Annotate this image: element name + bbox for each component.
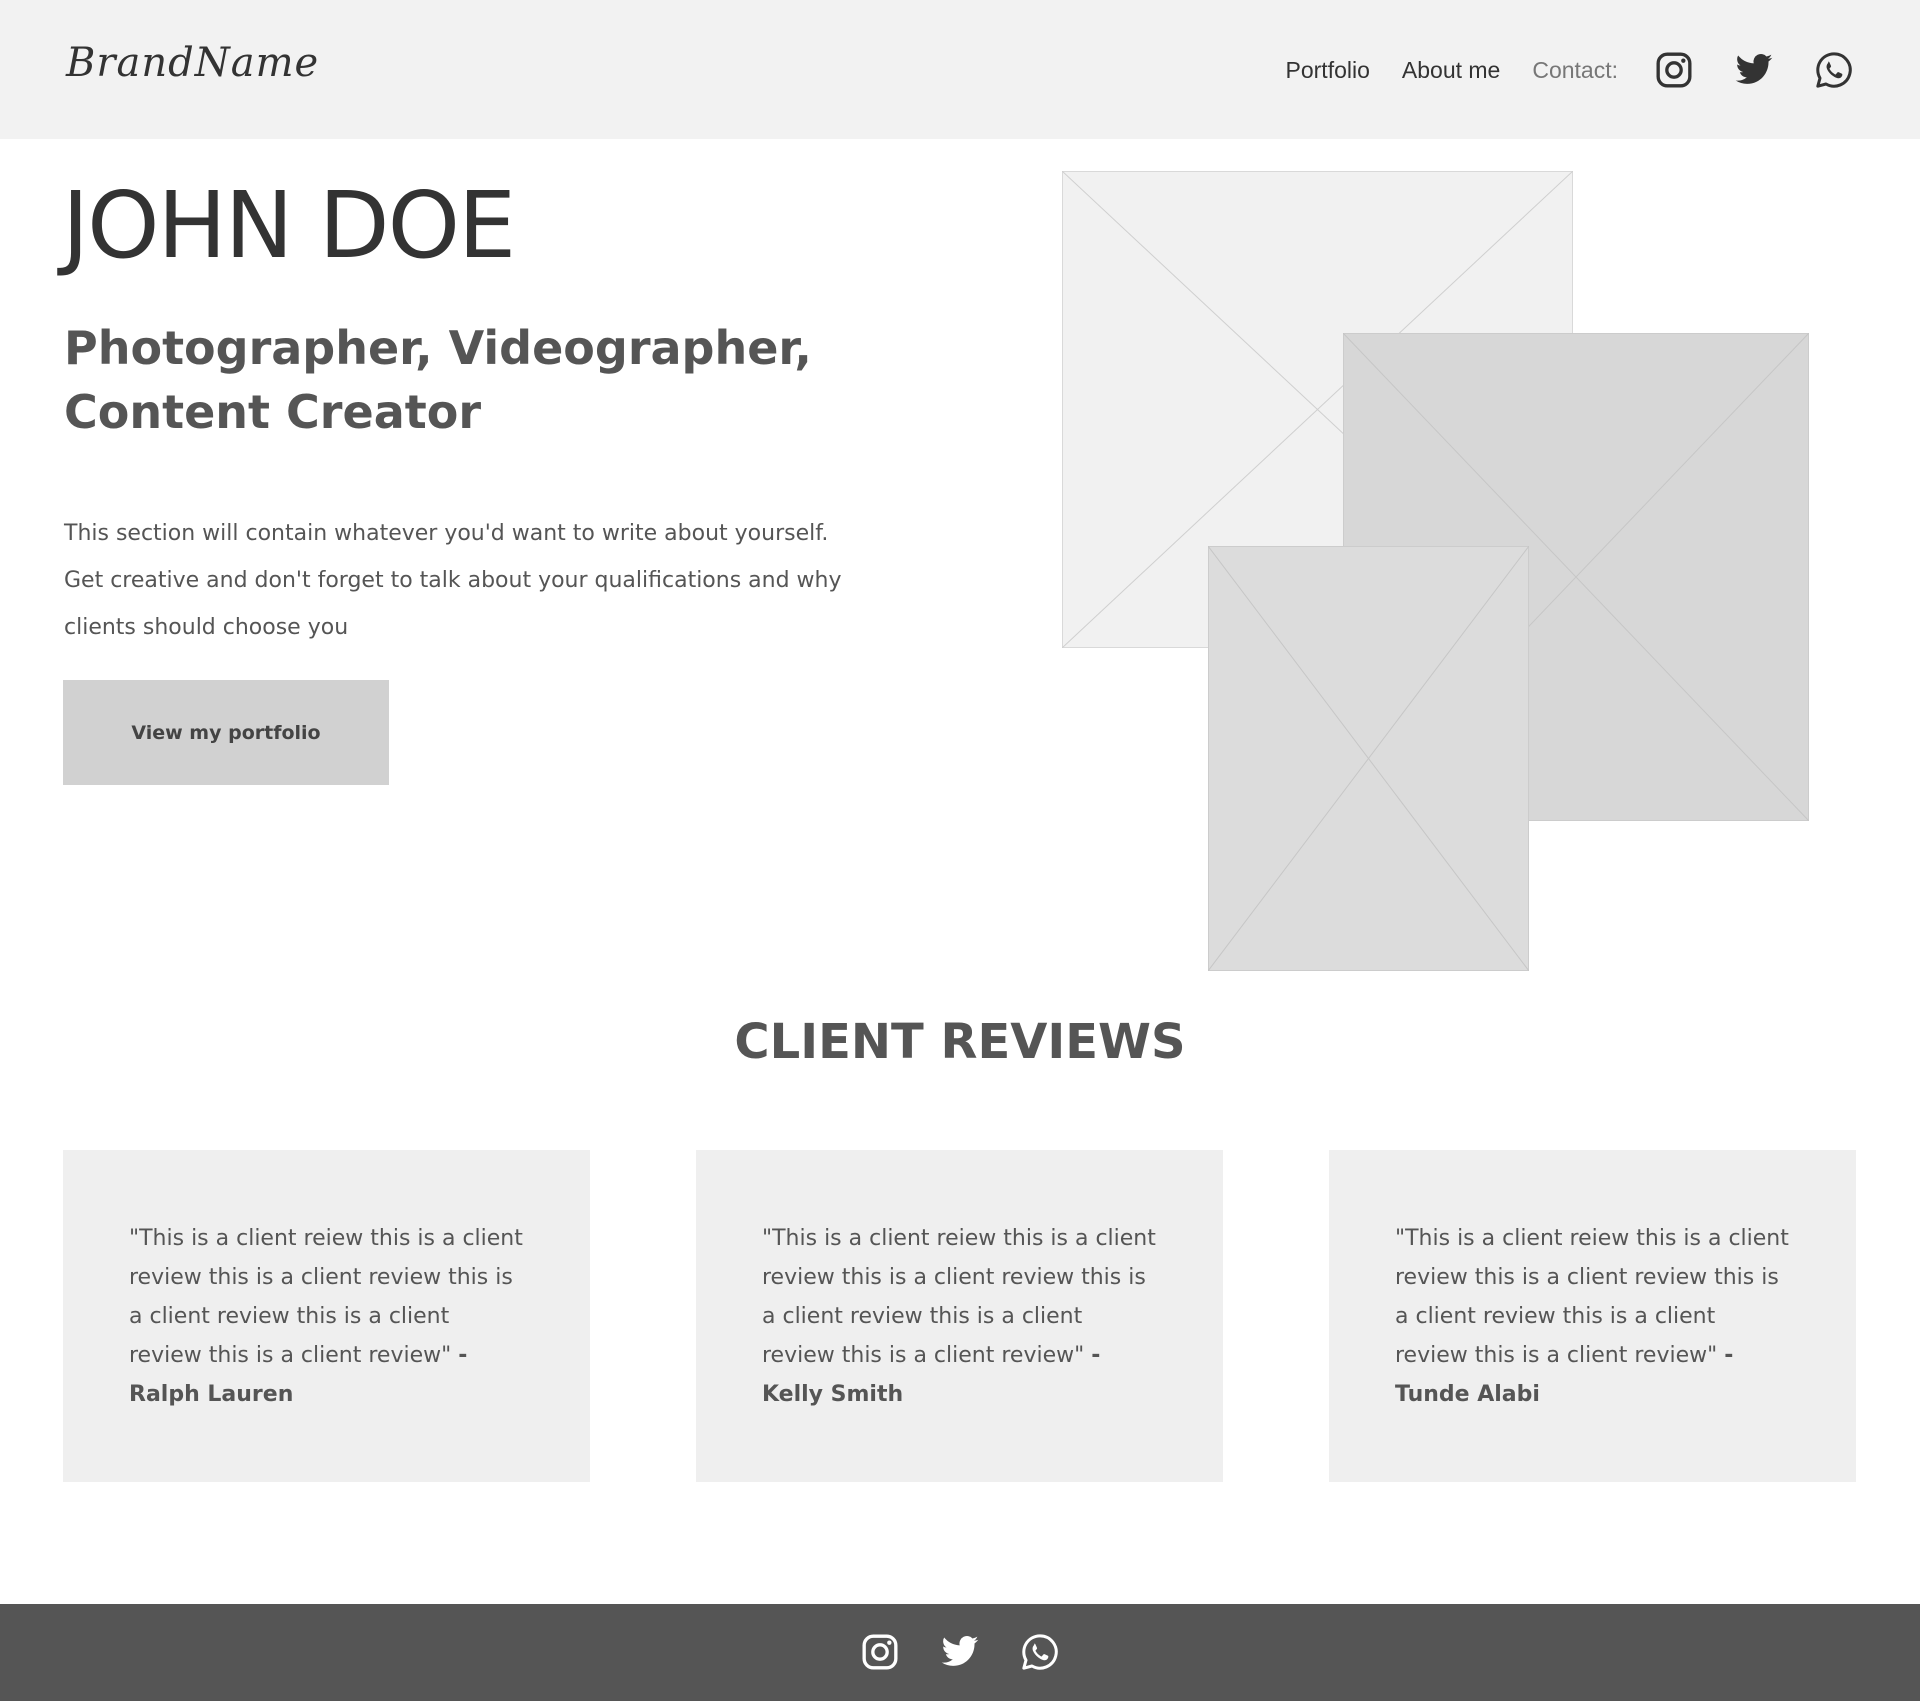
hero-subtitle: Photographer, Videographer, Content Crea… bbox=[64, 321, 812, 439]
review-card: "This is a client reiew this is a client… bbox=[63, 1150, 590, 1482]
reviews-heading: CLIENT REVIEWS bbox=[734, 1014, 1186, 1070]
twitter-icon[interactable] bbox=[1734, 50, 1774, 90]
review-text: "This is a client reiew this is a client… bbox=[1395, 1219, 1790, 1414]
whatsapp-icon[interactable] bbox=[1020, 1632, 1060, 1672]
nav-link-portfolio[interactable]: Portfolio bbox=[1286, 57, 1370, 84]
review-text: "This is a client reiew this is a client… bbox=[762, 1219, 1157, 1414]
nav-link-about[interactable]: About me bbox=[1402, 57, 1500, 84]
review-card: "This is a client reiew this is a client… bbox=[696, 1150, 1223, 1482]
hero-name: JOHN DOE bbox=[62, 172, 516, 279]
main-nav: Portfolio About me Contact: bbox=[1286, 42, 1854, 98]
twitter-icon[interactable] bbox=[940, 1632, 980, 1672]
brand-logo[interactable]: BrandName bbox=[66, 40, 319, 86]
review-text: "This is a client reiew this is a client… bbox=[129, 1219, 524, 1414]
site-footer bbox=[0, 1604, 1920, 1701]
footer-social-links bbox=[0, 1632, 1920, 1672]
instagram-icon[interactable] bbox=[1654, 50, 1694, 90]
nav-contact-label: Contact: bbox=[1532, 56, 1618, 83]
image-placeholder bbox=[1208, 546, 1529, 971]
instagram-icon[interactable] bbox=[860, 1632, 900, 1672]
hero-bio: This section will contain whatever you'd… bbox=[64, 521, 842, 640]
view-portfolio-button[interactable]: View my portfolio bbox=[63, 680, 389, 785]
site-header: BrandName Portfolio About me Contact: bbox=[0, 0, 1920, 139]
review-card: "This is a client reiew this is a client… bbox=[1329, 1150, 1856, 1482]
whatsapp-icon[interactable] bbox=[1814, 50, 1854, 90]
